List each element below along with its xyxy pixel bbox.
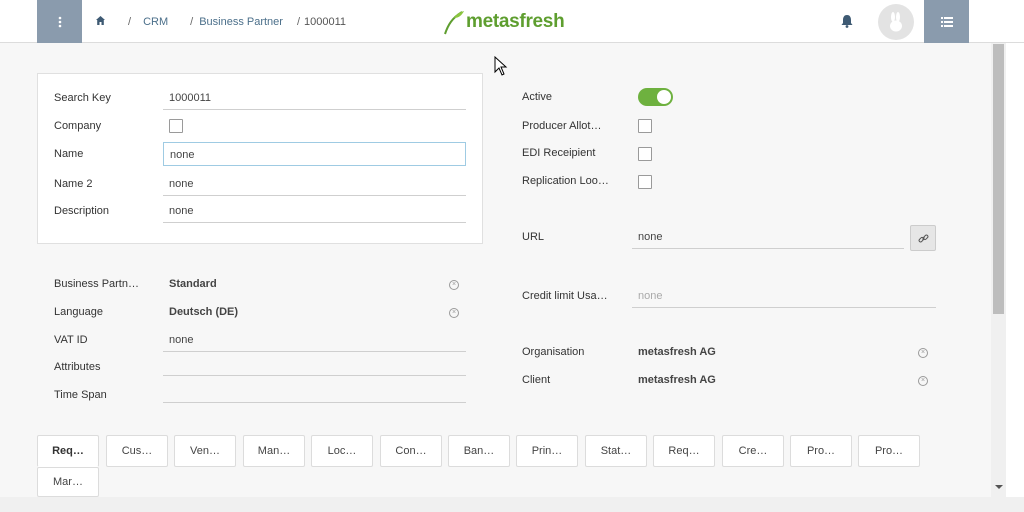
breadcrumb-record-id[interactable]: 1000011 (304, 16, 346, 28)
tab[interactable]: Mar… (37, 467, 99, 497)
active-toggle[interactable] (638, 88, 673, 106)
side-menu-button[interactable] (924, 0, 969, 43)
bp-group-label: Business Partn… (54, 278, 139, 290)
rabbit-avatar-icon (890, 12, 902, 32)
attributes-label: Attributes (54, 361, 101, 373)
description-field[interactable]: none (163, 199, 466, 223)
bell-icon[interactable] (838, 12, 856, 30)
breadcrumb: / CRM / Business Partner / 1000011 (95, 0, 346, 43)
bp-group-field[interactable]: Standard (163, 272, 443, 296)
organisation-label: Organisation (522, 346, 585, 358)
replication-lookup-checkbox[interactable] (638, 175, 652, 189)
breadcrumb-crm[interactable]: CRM (143, 16, 168, 28)
breadcrumb-separator: / (190, 15, 194, 28)
vertical-dots-icon (58, 16, 61, 27)
time-span-label: Time Span (54, 389, 107, 401)
home-icon[interactable] (95, 15, 106, 29)
top-header: / CRM / Business Partner / 1000011 metas… (0, 0, 1024, 43)
credit-limit-field: none (632, 284, 936, 308)
toggle-knob (657, 90, 671, 104)
scroll-down-arrow-icon[interactable] (994, 483, 1004, 491)
vat-id-label: VAT ID (54, 334, 88, 346)
clear-icon[interactable]: × (918, 376, 928, 386)
client-label: Client (522, 374, 551, 386)
clear-icon[interactable]: × (918, 348, 928, 358)
producer-allot-checkbox[interactable] (638, 119, 652, 133)
tab[interactable]: Con… (380, 435, 442, 467)
tab[interactable]: Cre… (722, 435, 784, 467)
breadcrumb-separator: / (128, 15, 132, 28)
name2-label: Name 2 (54, 178, 93, 190)
name2-field[interactable]: none (163, 172, 466, 196)
producer-allot-label: Producer Allot… (522, 120, 602, 132)
organisation-field[interactable]: metasfresh AG (632, 340, 912, 364)
list-menu-icon (940, 16, 953, 27)
clear-icon[interactable]: × (449, 308, 459, 318)
avatar[interactable] (878, 4, 914, 40)
client-field[interactable]: metasfresh AG (632, 368, 912, 392)
tab[interactable]: Pro… (858, 435, 920, 467)
breadcrumb-separator: / (296, 15, 301, 28)
tab[interactable]: Ban… (448, 435, 510, 467)
description-label: Description (54, 205, 110, 217)
scrollbar-thumb[interactable] (993, 44, 1004, 314)
name-label: Name (54, 148, 84, 160)
open-link-button[interactable] (910, 225, 936, 251)
mouse-cursor-icon (494, 56, 508, 76)
time-span-field[interactable] (163, 379, 466, 403)
company-label: Company (54, 120, 102, 132)
horizontal-scrollbar[interactable] (0, 497, 1024, 512)
tab[interactable]: Loc… (311, 435, 373, 467)
language-field[interactable]: Deutsch (DE) (163, 300, 443, 324)
search-key-label: Search Key (54, 92, 111, 104)
tab[interactable]: Pro… (790, 435, 852, 467)
menu-button[interactable] (37, 0, 82, 43)
link-icon (918, 234, 928, 242)
tab[interactable]: Req… (37, 435, 99, 467)
logo-text: metasfresh (466, 11, 565, 32)
active-label: Active (522, 91, 552, 103)
name-field[interactable]: none (163, 142, 466, 166)
clear-icon[interactable]: × (449, 280, 459, 290)
attributes-field[interactable] (163, 352, 466, 376)
url-label: URL (522, 231, 545, 243)
tab[interactable]: Ven… (174, 435, 236, 467)
credit-limit-label: Credit limit Usa… (522, 290, 608, 302)
tab[interactable]: Prin… (516, 435, 578, 467)
company-checkbox[interactable] (169, 119, 183, 133)
replication-lookup-label: Replication Loo… (522, 175, 609, 187)
right-margin (1006, 43, 1024, 497)
language-label: Language (54, 306, 103, 318)
url-field[interactable]: none (632, 225, 904, 249)
tab[interactable]: Stat… (585, 435, 647, 467)
breadcrumb-business-partner[interactable]: Business Partner (199, 16, 283, 28)
tab[interactable]: Man… (243, 435, 305, 467)
vat-id-field[interactable]: none (163, 328, 466, 352)
edi-recipient-checkbox[interactable] (638, 147, 652, 161)
logo-leaf-icon (444, 11, 464, 35)
edi-recipient-label: EDI Receipient (522, 147, 596, 159)
tab[interactable]: Req… (653, 435, 715, 467)
logo[interactable]: metasfresh (442, 8, 565, 36)
tab[interactable]: Cus… (106, 435, 168, 467)
search-key-field[interactable]: 1000011 (163, 86, 466, 110)
